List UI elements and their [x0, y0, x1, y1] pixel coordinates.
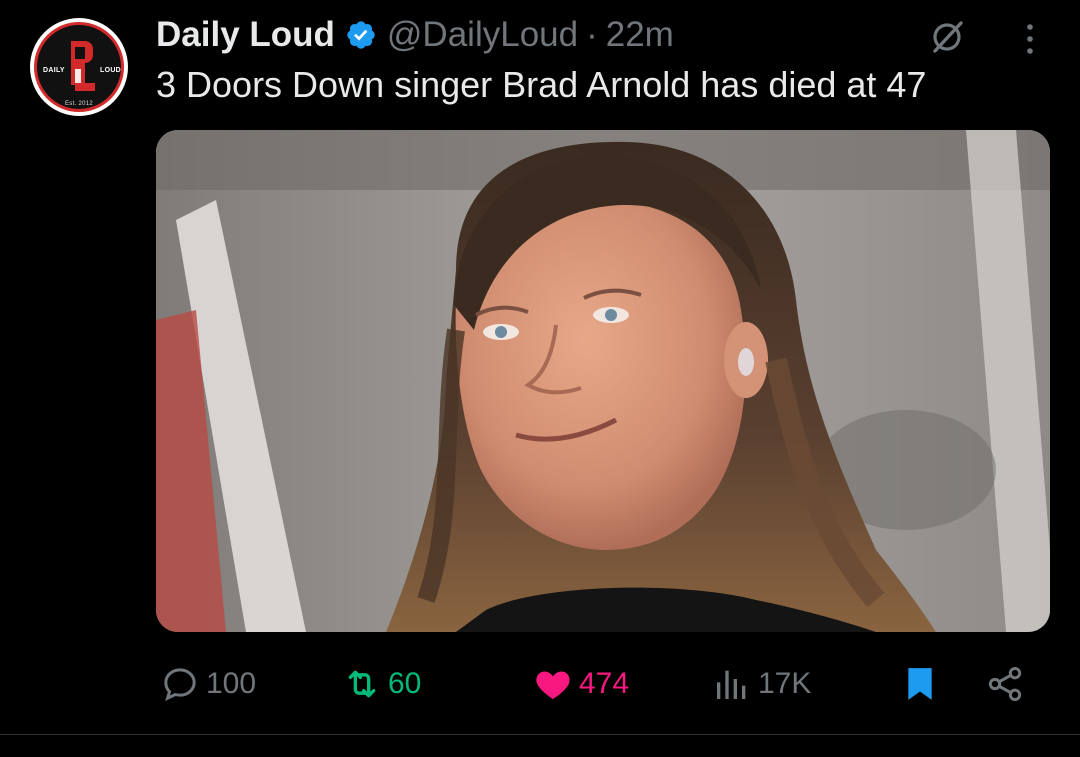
- share-button[interactable]: [985, 656, 1025, 712]
- like-count: 474: [579, 667, 630, 700]
- retweet-button[interactable]: 60: [342, 656, 421, 712]
- separator-dot: ·: [586, 15, 598, 54]
- daily-loud-logo-icon: [71, 41, 95, 91]
- portrait-image: [156, 130, 1050, 632]
- retweet-icon: [348, 670, 376, 698]
- like-button[interactable]: 474: [533, 656, 629, 712]
- grok-icon[interactable]: [928, 18, 966, 56]
- tweet-actions: 100 60 474 17K: [0, 656, 1080, 712]
- avatar[interactable]: DAILY LOUD Est. 2012: [30, 18, 128, 116]
- tweet-header: Daily Loud @DailyLoud · 22m: [156, 12, 674, 58]
- avatar-label-daily: DAILY: [43, 67, 65, 74]
- author-name[interactable]: Daily Loud: [156, 15, 335, 55]
- verified-badge-icon: [347, 21, 375, 49]
- reply-button[interactable]: 100: [160, 656, 256, 712]
- bookmark-icon: [908, 668, 932, 700]
- author-handle[interactable]: @DailyLoud: [387, 15, 578, 55]
- views-button[interactable]: 17K: [712, 656, 811, 712]
- avatar-label-loud: LOUD: [100, 67, 122, 74]
- bookmark-button[interactable]: [900, 656, 940, 712]
- share-icon: [988, 667, 1022, 701]
- timestamp[interactable]: 22m: [606, 15, 674, 55]
- tweet-photo[interactable]: [156, 130, 1050, 632]
- views-count: 17K: [758, 667, 812, 700]
- tweet-text: 3 Doors Down singer Brad Arnold has died…: [156, 64, 927, 105]
- avatar-label-est: Est. 2012: [65, 101, 94, 107]
- divider: [0, 734, 1080, 735]
- reply-count: 100: [206, 667, 257, 700]
- reply-icon: [164, 668, 196, 701]
- avatar-logo: DAILY LOUD Est. 2012: [34, 22, 124, 112]
- retweet-count: 60: [388, 667, 422, 700]
- views-icon: [717, 670, 746, 699]
- more-icon[interactable]: [1020, 20, 1040, 58]
- heart-icon: [536, 671, 570, 699]
